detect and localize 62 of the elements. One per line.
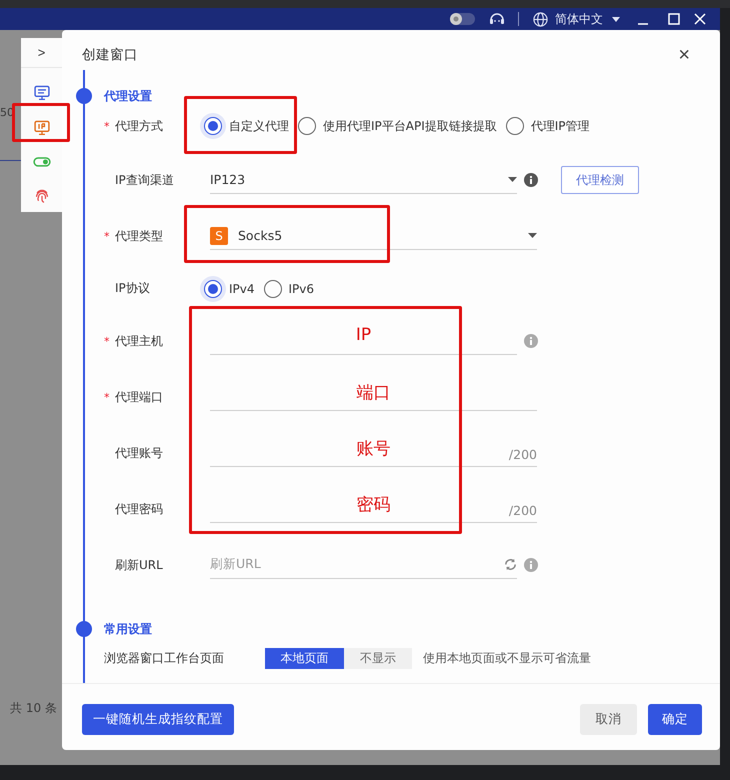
input-field[interactable]: 端口 [210,383,537,411]
character-counter: /200 [508,502,537,518]
radio-button[interactable] [264,280,282,298]
select-field[interactable]: IP123 [210,166,517,194]
fingerprint-icon[interactable] [34,188,50,204]
expand-toggle[interactable]: > [32,39,52,67]
annotation-label: IP [356,325,372,345]
required-mark: * [104,120,110,132]
ip-monitor-icon[interactable] [34,120,50,136]
field-label: IP协议 [115,280,151,297]
field-label: 刷新URL [115,556,164,574]
field-label: 代理主机 [115,332,164,350]
segment-tab[interactable]: 不显示 [344,648,412,668]
option-label[interactable]: 使用代理IP平台API提取链接提取 [323,118,497,134]
cancel-button[interactable]: 取消 [580,704,637,734]
annotation-label: 端口 [356,382,390,404]
hint-text: 使用本地页面或不显示可省流量 [423,650,591,666]
caret-icon[interactable] [612,16,620,22]
annotation-label: 账号 [356,438,390,460]
generate-fingerprint-button[interactable]: 一键随机生成指纹配置 [82,704,234,734]
close-icon[interactable] [694,13,706,25]
caret-icon [528,233,537,238]
toggle-icon[interactable] [32,156,50,168]
highlight-frame [12,103,70,142]
option-label[interactable]: IPv6 [288,282,314,296]
radio-button[interactable] [506,117,524,135]
maximize-icon[interactable] [668,13,680,25]
field-label: 浏览器窗口工作台页面 [104,650,225,666]
option-label[interactable]: 自定义代理 [229,118,289,134]
radio-button[interactable] [298,117,316,135]
character-counter: /200 [508,446,537,462]
monitor-icon[interactable] [34,84,50,100]
option-label[interactable]: IPv4 [229,282,255,296]
input-field[interactable]: IP [210,327,517,355]
required-mark: * [104,230,110,242]
headset-icon[interactable] [488,11,506,27]
globe-icon[interactable] [533,12,548,26]
refresh-icon[interactable] [504,558,517,571]
dialog-title: 创建窗口 [82,46,138,64]
caret-icon [508,177,517,182]
field-label: 代理端口 [115,388,164,406]
input-field[interactable]: 密码 /200 [210,495,537,523]
language-selector[interactable]: 简体中文 [555,10,603,28]
check-proxy-button[interactable]: 代理检测 [561,166,639,194]
field-label: 代理密码 [115,500,164,518]
section-title: 代理设置 [104,88,152,104]
section-title: 常用设置 [104,620,152,638]
field-label: 代理账号 [115,444,164,462]
segment-tab[interactable]: 本地页面 [265,648,344,668]
proxy-type-badge: S [210,226,228,244]
close-button[interactable]: × [674,45,694,65]
required-mark: * [104,334,110,348]
field-label: IP查询渠道 [115,172,175,188]
total-count: 共 10 条 [10,700,57,717]
field-label: 代理类型 [115,228,164,244]
input-field[interactable]: 账号 /200 [210,439,537,467]
confirm-button[interactable]: 确定 [648,704,702,734]
required-mark: * [104,390,110,404]
field-label: 代理方式 [115,118,164,134]
select-field[interactable]: S Socks5 [210,222,537,250]
option-label[interactable]: 代理IP管理 [530,118,590,134]
annotation-label: 密码 [356,494,390,516]
